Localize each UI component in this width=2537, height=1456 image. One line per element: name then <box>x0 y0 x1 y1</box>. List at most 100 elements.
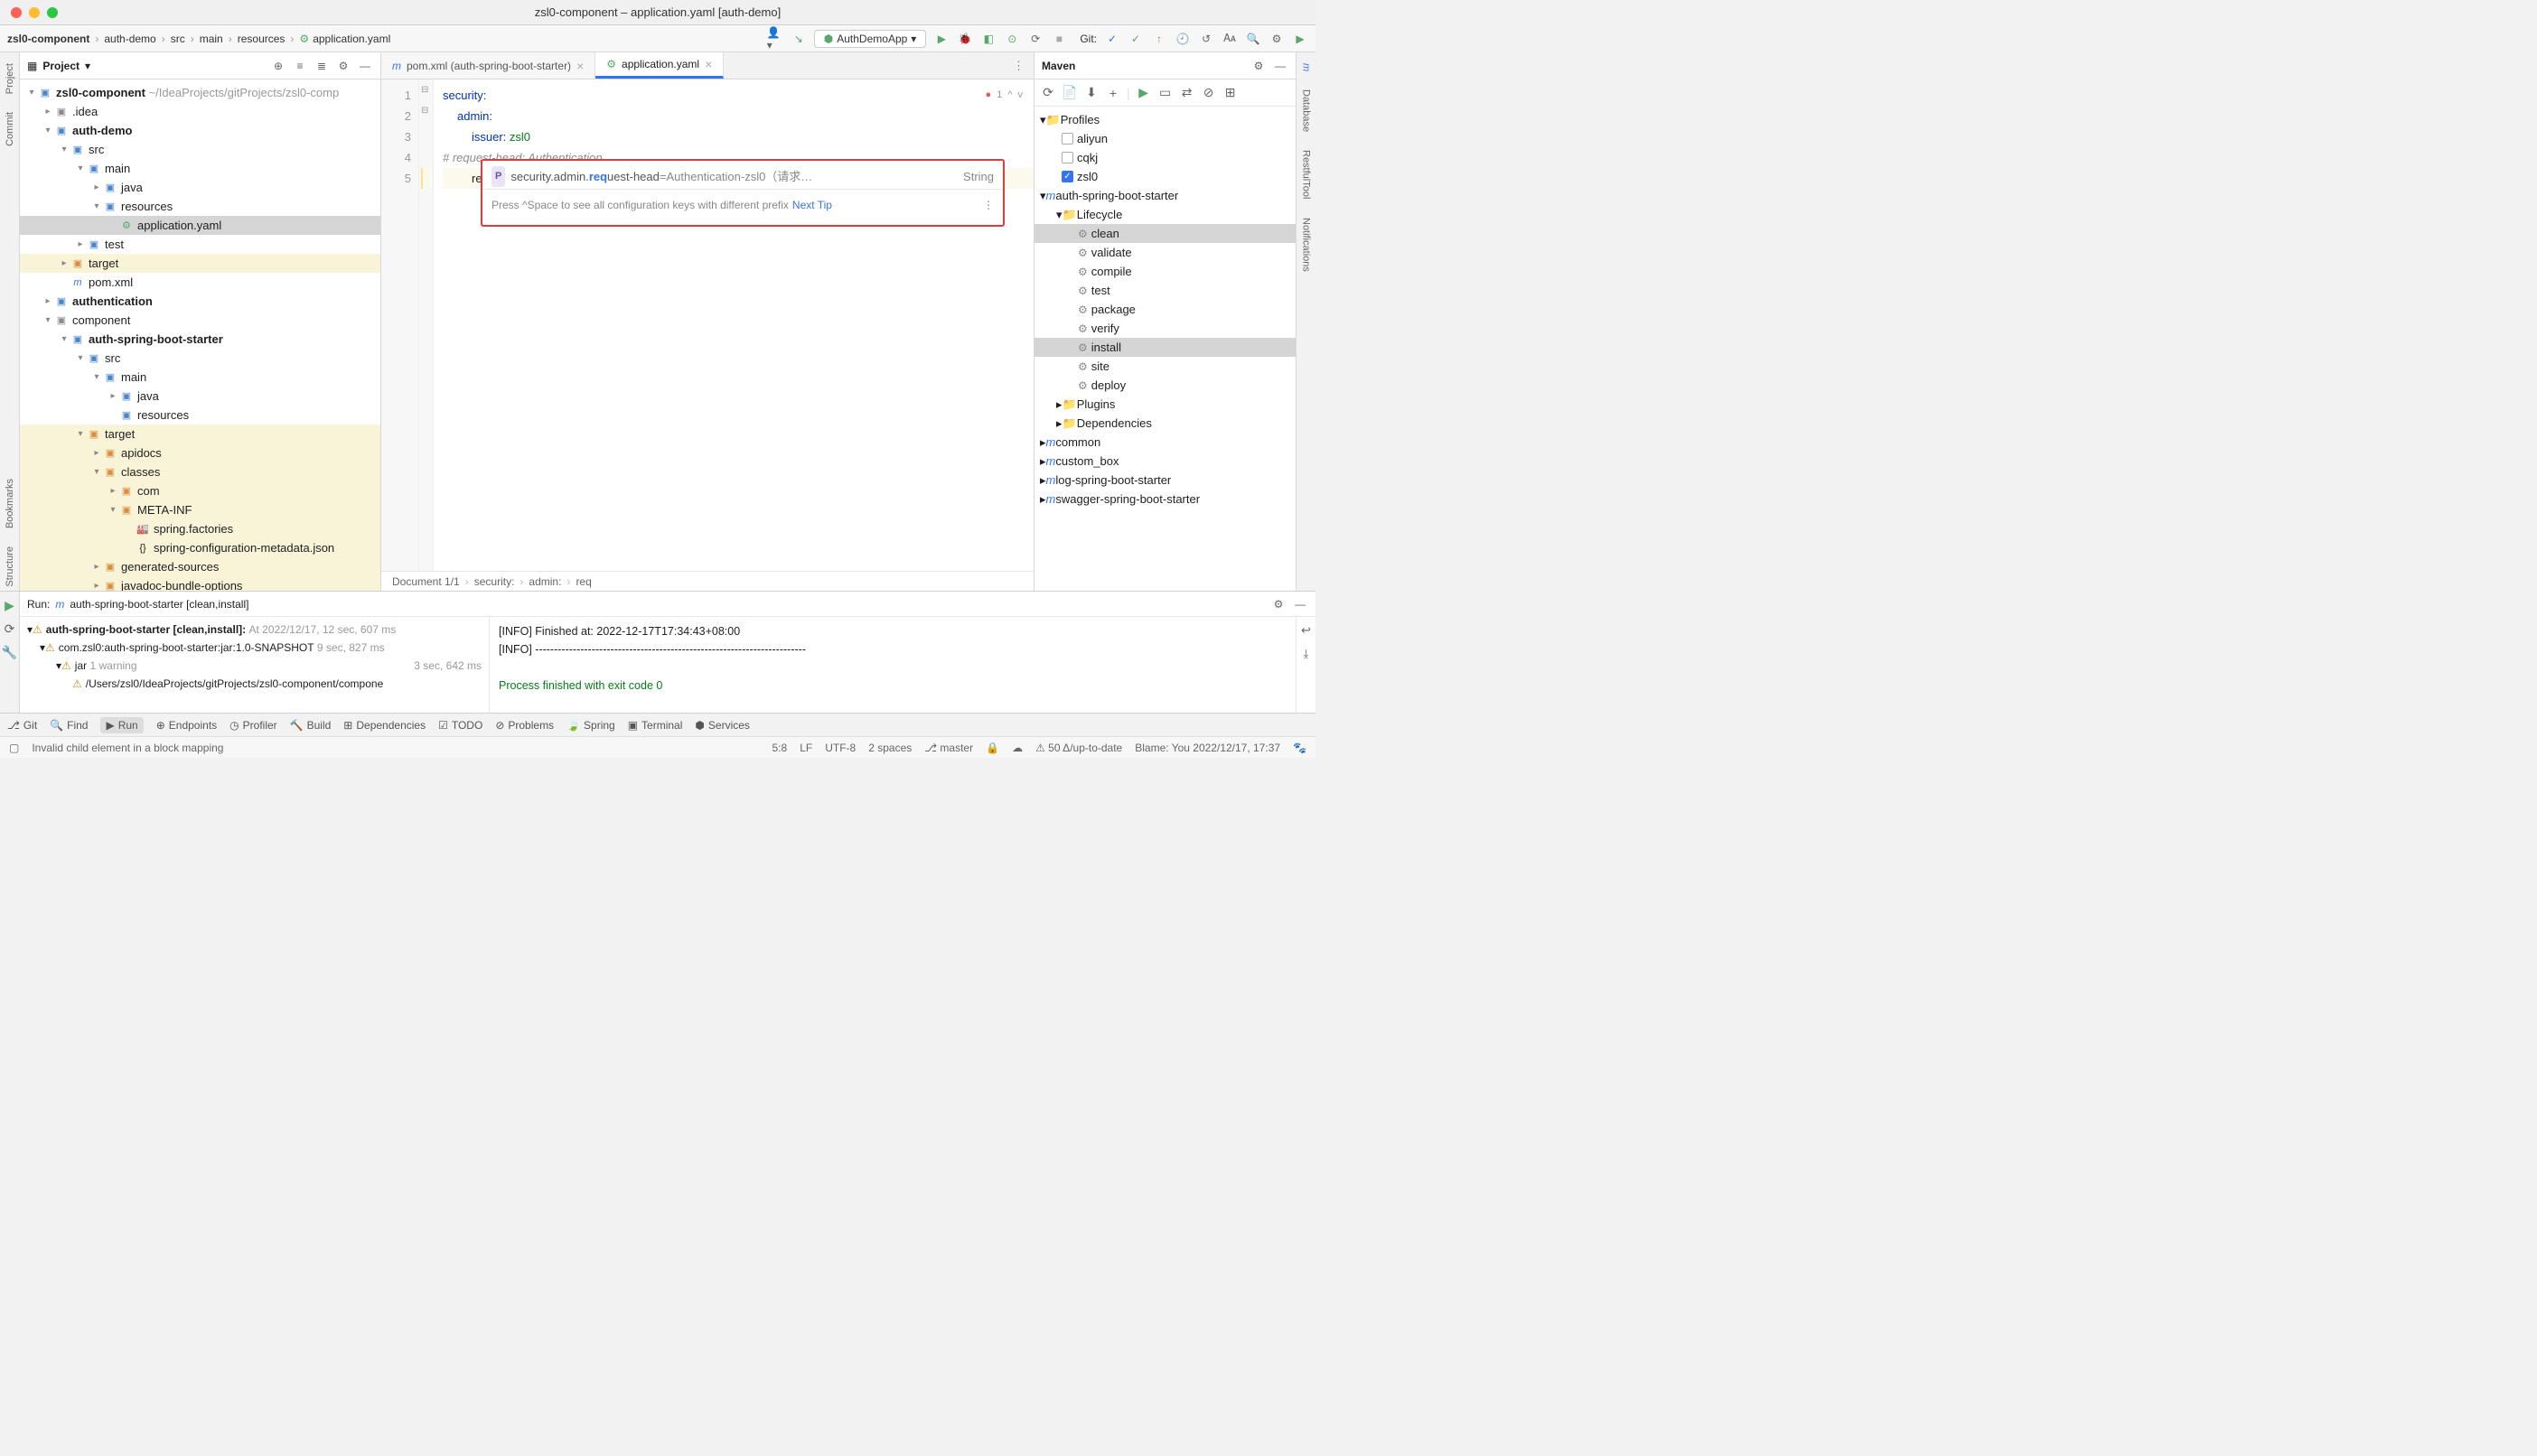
soft-wrap-icon[interactable]: ↩ <box>1298 622 1315 639</box>
tree-item-spring-factories[interactable]: spring.factories <box>154 522 233 536</box>
tree-item-idea[interactable]: .idea <box>72 105 98 118</box>
cursor-position[interactable]: 5:8 <box>772 742 788 754</box>
run-tree[interactable]: ▾⚠auth-spring-boot-starter [clean,instal… <box>20 617 490 713</box>
maven-goal-validate[interactable]: validate <box>1091 246 1132 259</box>
git-commit-icon[interactable]: ✓ <box>1128 31 1144 47</box>
maven-goal-package[interactable]: package <box>1091 303 1136 316</box>
breadcrumb-item[interactable]: main <box>200 33 223 45</box>
show-deps-icon[interactable]: ⊞ <box>1222 85 1239 101</box>
add-icon[interactable]: + <box>1105 85 1121 101</box>
generate-icon[interactable]: 📄 <box>1062 85 1078 101</box>
tree-item-spring-config-meta[interactable]: spring-configuration-metadata.json <box>154 541 334 555</box>
notifications-tool-button[interactable]: Notifications <box>1301 214 1312 275</box>
stop-icon[interactable]: ■ <box>1051 31 1067 47</box>
tree-item-resources2[interactable]: resources <box>137 408 189 422</box>
run-settings-icon[interactable]: ⚙ <box>1270 596 1287 612</box>
tree-item-resources[interactable]: resources <box>121 200 173 213</box>
breadcrumb-item[interactable]: resources <box>238 33 286 45</box>
build-icon[interactable]: ↘ <box>791 31 807 47</box>
next-tip-link[interactable]: Next Tip <box>792 195 832 216</box>
tab-pom[interactable]: mpom.xml (auth-spring-boot-starter)× <box>381 52 595 79</box>
search-icon[interactable]: 🔍 <box>1245 31 1261 47</box>
checkbox-cqkj[interactable] <box>1062 152 1073 163</box>
breadcrumb-item[interactable]: src <box>171 33 185 45</box>
project-tool-button[interactable]: Project <box>5 60 15 98</box>
spring-tool-button[interactable]: 🍃 Spring <box>566 719 615 732</box>
toggle-offline-icon[interactable]: ⇄ <box>1179 85 1195 101</box>
reload-icon[interactable]: ⟳ <box>1040 85 1056 101</box>
run-console[interactable]: [INFO] Finished at: 2022-12-17T17:34:43+… <box>490 617 1296 713</box>
terminal-tool-button[interactable]: ▣ Terminal <box>628 719 683 732</box>
database-tool-button[interactable]: Database <box>1301 86 1312 135</box>
profile-icon[interactable]: ⊙ <box>1004 31 1020 47</box>
download-icon[interactable]: ⬇ <box>1083 85 1100 101</box>
tree-item-src2[interactable]: src <box>105 351 120 365</box>
maven-module[interactable]: auth-spring-boot-starter <box>1055 189 1178 202</box>
tree-item-classes[interactable]: classes <box>121 465 160 479</box>
window-close[interactable] <box>11 7 22 18</box>
maven-goal-install[interactable]: install <box>1091 341 1121 354</box>
expand-icon[interactable]: ≡ <box>292 58 308 74</box>
maven-lifecycle[interactable]: Lifecycle <box>1077 208 1123 221</box>
code-analysis[interactable]: ⚠ 50 Δ/up-to-date <box>1035 742 1122 754</box>
run-attach-icon[interactable]: ⟳ <box>2 621 18 637</box>
maven-goal-site[interactable]: site <box>1091 359 1109 373</box>
git-rollback-icon[interactable]: ↺ <box>1198 31 1214 47</box>
endpoints-tool-button[interactable]: ⊕ Endpoints <box>156 719 217 732</box>
bookmarks-tool-button[interactable]: Bookmarks <box>5 475 15 532</box>
run-tool-button[interactable]: ▶ Run <box>100 717 143 733</box>
maven-tool-button[interactable]: m <box>1301 60 1312 75</box>
tree-item-test[interactable]: test <box>105 238 124 251</box>
inspection-widget[interactable]: ●1^v <box>986 85 1023 106</box>
window-minimize[interactable] <box>29 7 40 18</box>
collapse-icon[interactable]: ≣ <box>314 58 330 74</box>
maven-module-swagger[interactable]: swagger-spring-boot-starter <box>1055 492 1200 506</box>
tree-item-java[interactable]: java <box>121 181 143 194</box>
tree-item-metainf[interactable]: META-INF <box>137 503 192 517</box>
tree-item-java2[interactable]: java <box>137 389 159 403</box>
git-tool-button[interactable]: ⎇ Git <box>7 719 37 732</box>
breadcrumb-item[interactable]: zsl0-component <box>7 33 89 45</box>
services-tool-button[interactable]: ⬢ Services <box>695 719 750 732</box>
todo-tool-button[interactable]: ☑ TODO <box>438 719 482 732</box>
panel-hide-icon[interactable]: — <box>1272 58 1288 74</box>
translate-icon[interactable]: 🗛 <box>1222 31 1238 47</box>
maven-goal-verify[interactable]: verify <box>1091 322 1119 335</box>
project-tree[interactable]: ▾▣zsl0-component ~/IdeaProjects/gitProje… <box>20 79 380 591</box>
locate-icon[interactable]: ⊕ <box>270 58 286 74</box>
tree-item-auth-demo[interactable]: auth-demo <box>72 124 132 137</box>
tree-item-apidocs[interactable]: apidocs <box>121 446 162 460</box>
tree-item-javadoc-bundle[interactable]: javadoc-bundle-options <box>121 579 242 591</box>
rerun-icon[interactable]: ▶ <box>2 597 18 613</box>
tree-item-authentication[interactable]: authentication <box>72 294 153 308</box>
completion-popup[interactable]: P security.admin.request-head=Authentica… <box>481 159 1005 227</box>
tree-item-target2[interactable]: target <box>105 427 135 441</box>
tree-item-main[interactable]: main <box>105 162 130 175</box>
checkbox-zsl0[interactable]: ✓ <box>1062 171 1073 182</box>
popup-more-icon[interactable]: ⋮ <box>983 195 994 216</box>
maven-module-common[interactable]: common <box>1055 435 1100 449</box>
structure-tool-button[interactable]: Structure <box>5 543 15 591</box>
tree-item-auth-starter[interactable]: auth-spring-boot-starter <box>89 332 223 346</box>
run-config-selector[interactable]: ⬢AuthDemoApp▾ <box>814 30 927 48</box>
tree-root[interactable]: zsl0-component <box>56 86 145 99</box>
close-icon[interactable]: × <box>705 57 712 71</box>
run-hide-icon[interactable]: — <box>1292 596 1308 612</box>
maven-settings-icon[interactable]: ⚙ <box>1250 58 1267 74</box>
run-wrench-icon[interactable]: 🔧 <box>2 644 18 660</box>
maven-plugins[interactable]: Plugins <box>1077 397 1116 411</box>
maven-tree[interactable]: ▾📁Profiles aliyun cqkj ✓zsl0 ▾mauth-spri… <box>1034 107 1296 591</box>
tree-item-main2[interactable]: main <box>121 370 146 384</box>
restful-tool-button[interactable]: RestfulTool <box>1301 146 1312 202</box>
shared-index-icon[interactable]: ☁ <box>1012 742 1023 754</box>
tree-item-component[interactable]: component <box>72 313 130 327</box>
git-push-icon[interactable]: ↑ <box>1151 31 1167 47</box>
git-blame[interactable]: Blame: You 2022/12/17, 17:37 <box>1135 742 1280 754</box>
lock-icon[interactable]: 🔒 <box>986 742 999 754</box>
build-tool-button[interactable]: 🔨 Build <box>290 719 332 732</box>
checkbox-aliyun[interactable] <box>1062 133 1073 145</box>
commit-tool-button[interactable]: Commit <box>5 108 15 150</box>
breadcrumb-item[interactable]: application.yaml <box>313 33 390 45</box>
line-separator[interactable]: LF <box>800 742 812 754</box>
tabs-more-icon[interactable]: ⋮ <box>1004 52 1034 79</box>
